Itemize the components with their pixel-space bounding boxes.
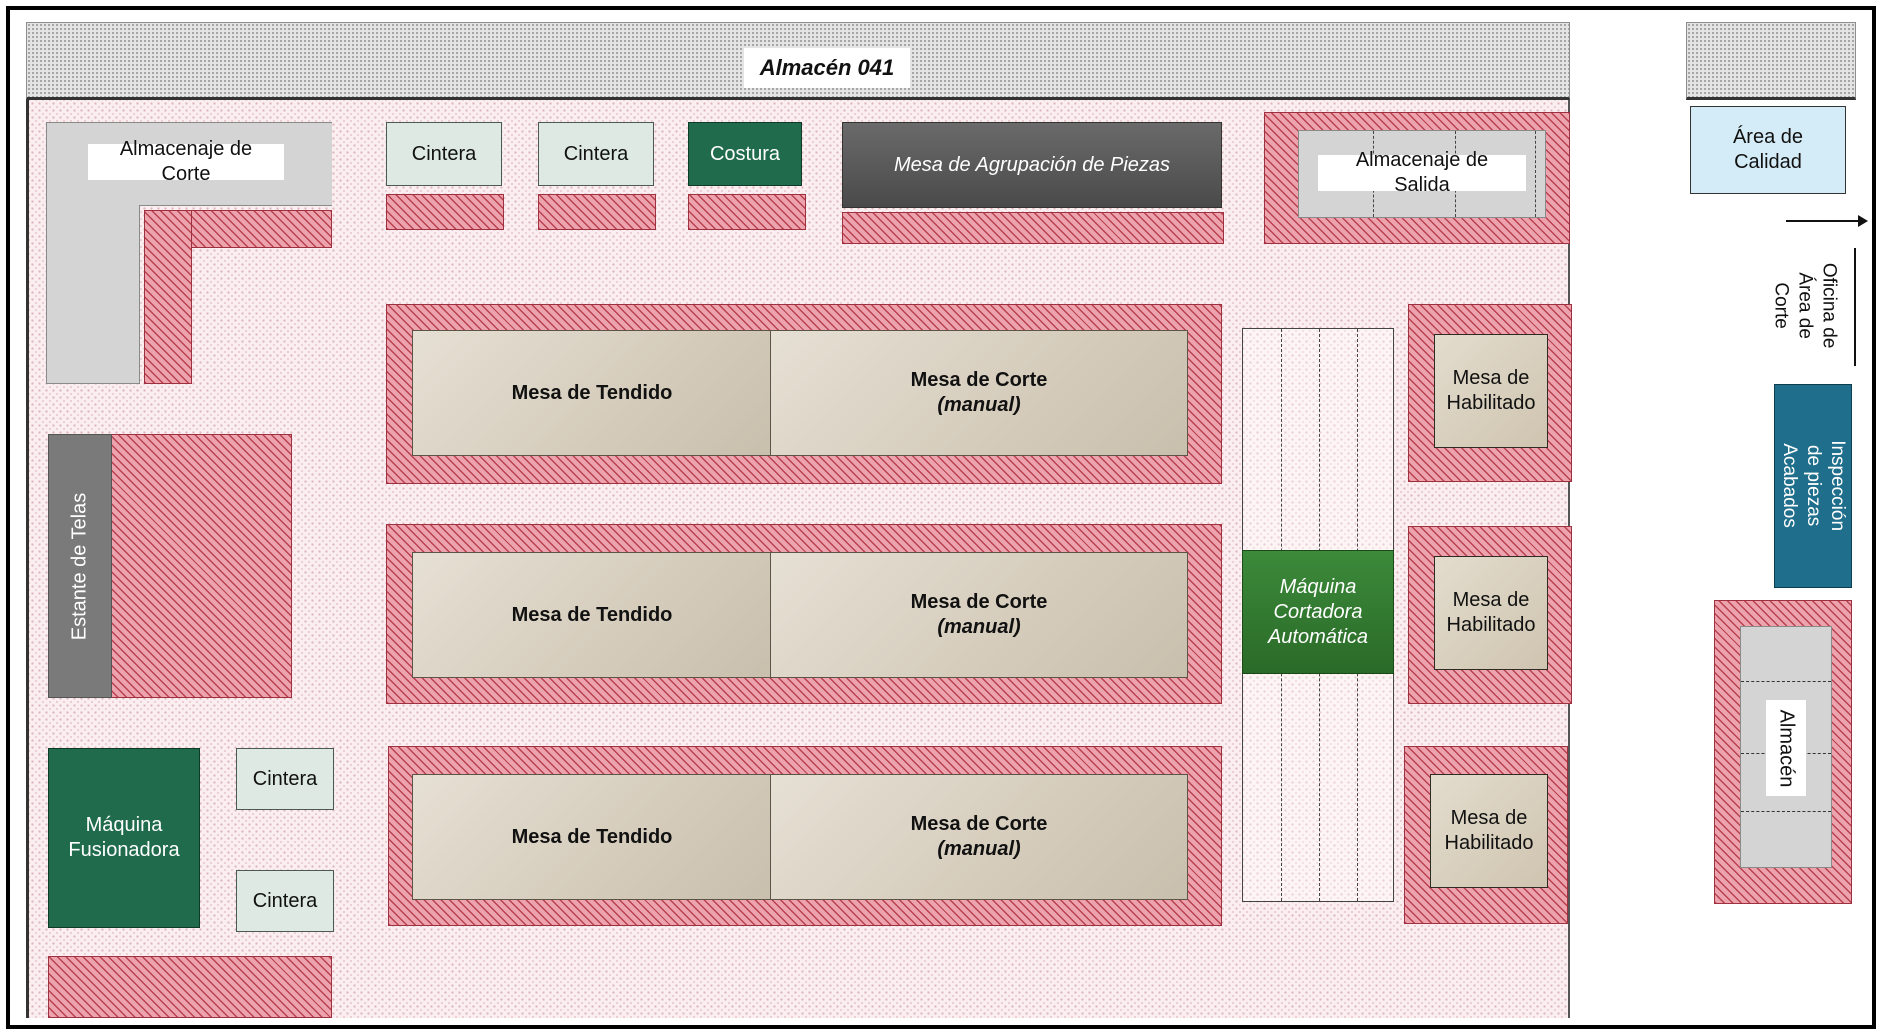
enabling-table-2: Mesa de Habilitado bbox=[1434, 556, 1548, 670]
spreading-table-2: Mesa de Tendido bbox=[412, 552, 772, 678]
outside-warehouse-label: Almacén bbox=[1775, 709, 1798, 787]
costura-hatch bbox=[688, 194, 806, 230]
cintera-left-1: Cintera bbox=[236, 748, 334, 810]
office-arrow-line bbox=[1786, 220, 1860, 222]
finished-inspection: Inspección de piezas Acabados bbox=[1774, 384, 1852, 588]
cintera-top-2: Cintera bbox=[538, 122, 654, 186]
cut-storage-label: Almacenaje de Corte bbox=[88, 138, 284, 185]
fusing-machine: Máquina Fusionadora bbox=[48, 748, 200, 928]
enabling-table-1: Mesa de Habilitado bbox=[1434, 334, 1548, 448]
spreading-table-1: Mesa de Tendido bbox=[412, 330, 772, 456]
enabling-table-3: Mesa de Habilitado bbox=[1430, 774, 1548, 888]
office-arrow-head bbox=[1858, 215, 1868, 227]
cutting-table-1: Mesa de Corte (manual) bbox=[770, 330, 1188, 456]
top-banner-right bbox=[1686, 22, 1856, 100]
finished-inspection-label: Inspección de piezas Acabados bbox=[1779, 440, 1848, 532]
cutting-table-1-label: Mesa de Corte bbox=[910, 369, 1048, 391]
cintera-top-1: Cintera bbox=[386, 122, 502, 186]
spreading-table-3: Mesa de Tendido bbox=[412, 774, 772, 900]
exit-storage-label: Almacenaje de Salida bbox=[1318, 149, 1526, 196]
cintera-left-2: Cintera bbox=[236, 870, 334, 932]
outside-warehouse-label-box: Almacén bbox=[1766, 700, 1806, 796]
cutting-table-2-sub: (manual) bbox=[937, 616, 1021, 638]
cutting-table-3-label: Mesa de Corte bbox=[910, 813, 1048, 835]
quality-area: Área de Calidad bbox=[1690, 106, 1846, 194]
auto-cutter-machine: Máquina Cortadora Automática bbox=[1242, 550, 1394, 674]
fabric-shelf: Estante de Telas bbox=[48, 434, 112, 698]
piece-grouping-hatch bbox=[842, 212, 1224, 244]
cut-storage-hatch-v bbox=[144, 210, 192, 384]
cutting-table-1-sub: (manual) bbox=[937, 394, 1021, 416]
cutting-office-label: Oficina de Área de Corte bbox=[1771, 263, 1840, 349]
office-divider-line bbox=[1854, 248, 1856, 366]
cutting-table-3-sub: (manual) bbox=[937, 838, 1021, 860]
piece-grouping-table: Mesa de Agrupación de Piezas bbox=[842, 122, 1222, 208]
cutting-table-3: Mesa de Corte (manual) bbox=[770, 774, 1188, 900]
warehouse-title: Almacén 041 bbox=[744, 48, 910, 88]
bottom-left-hatch bbox=[48, 956, 332, 1018]
fabric-shelf-label: Estante de Telas bbox=[68, 492, 91, 640]
costura-station: Costura bbox=[688, 122, 802, 186]
cintera-top-2-hatch bbox=[538, 194, 656, 230]
cutting-table-2-label: Mesa de Corte bbox=[910, 591, 1048, 613]
cutting-office: Oficina de Área de Corte bbox=[1760, 246, 1850, 366]
cutting-table-2: Mesa de Corte (manual) bbox=[770, 552, 1188, 678]
cintera-top-1-hatch bbox=[386, 194, 504, 230]
